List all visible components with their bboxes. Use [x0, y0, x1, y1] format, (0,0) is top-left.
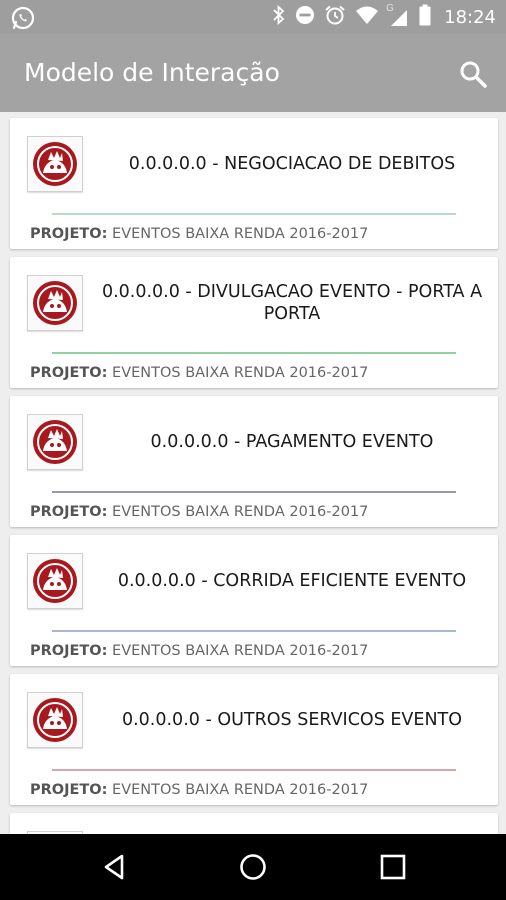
alarm-icon	[324, 4, 346, 31]
card-title: 0.0.0.0.0 - CORRIDA EFICIENTE EVENTO	[117, 571, 467, 591]
list-item[interactable]: 0.0.0.0.0 - PAGAMENTO EVENTO PROJETO: EVE…	[10, 396, 498, 527]
card-title: 0.0.0.0.0 - PAGAMENTO EVENTO	[150, 432, 434, 452]
interaction-list[interactable]: 0.0.0.0.0 - NEGOCIACAO DE DEBITOS PROJETO…	[0, 112, 506, 834]
search-icon	[460, 61, 487, 88]
card-title: 0.0.0.0.0 - DIVULGACAO EVENTO - PORTA A …	[101, 282, 483, 324]
card-logo	[27, 414, 83, 470]
project-label: PROJETO:	[30, 782, 108, 798]
card-divider	[52, 769, 456, 771]
list-item[interactable]: 0.0.0.0.0 - NEGOCIACAO DE DEBITOS PROJETO…	[10, 118, 498, 249]
card-project: PROJETO: EVENTOS BAIXA RENDA 2016-2017	[30, 504, 368, 520]
recents-button[interactable]	[377, 851, 409, 883]
company-logo-icon	[33, 420, 77, 464]
card-logo	[27, 275, 83, 331]
card-title: 0.0.0.0.0 - NEGOCIACAO DE DEBITOS	[128, 154, 456, 174]
battery-icon	[419, 4, 431, 31]
list-item[interactable]	[10, 813, 498, 834]
status-bar: G 18:24	[0, 0, 506, 34]
project-label: PROJETO:	[30, 365, 108, 381]
project-label: PROJETO:	[30, 226, 108, 242]
company-logo-icon	[33, 281, 77, 325]
card-project: PROJETO: EVENTOS BAIXA RENDA 2016-2017	[30, 226, 368, 242]
list-item[interactable]: 0.0.0.0.0 - CORRIDA EFICIENTE EVENTO PROJ…	[10, 535, 498, 666]
project-value: EVENTOS BAIXA RENDA 2016-2017	[112, 365, 369, 381]
status-time: 18:24	[444, 6, 496, 28]
back-icon	[104, 854, 124, 880]
home-button[interactable]	[237, 851, 269, 883]
project-label: PROJETO:	[30, 504, 108, 520]
card-divider	[52, 213, 456, 215]
project-value: EVENTOS BAIXA RENDA 2016-2017	[112, 504, 369, 520]
card-divider	[52, 491, 456, 493]
list-item[interactable]: 0.0.0.0.0 - OUTROS SERVICOS EVENTO PROJET…	[10, 674, 498, 805]
project-value: EVENTOS BAIXA RENDA 2016-2017	[112, 643, 369, 659]
bluetooth-icon	[272, 4, 286, 30]
card-project: PROJETO: EVENTOS BAIXA RENDA 2016-2017	[30, 782, 368, 798]
navigation-bar	[0, 834, 506, 900]
company-logo-icon	[33, 698, 77, 742]
card-project: PROJETO: EVENTOS BAIXA RENDA 2016-2017	[30, 365, 368, 381]
list-item[interactable]: 0.0.0.0.0 - DIVULGACAO EVENTO - PORTA A …	[10, 257, 498, 388]
wifi-icon	[355, 5, 379, 30]
card-project: PROJETO: EVENTOS BAIXA RENDA 2016-2017	[30, 643, 368, 659]
card-logo	[27, 136, 83, 192]
signal-icon: G	[386, 3, 410, 28]
project-value: EVENTOS BAIXA RENDA 2016-2017	[112, 782, 369, 798]
do-not-disturb-icon	[295, 5, 315, 30]
card-logo	[27, 553, 83, 609]
card-divider	[52, 630, 456, 632]
home-icon	[240, 854, 266, 880]
network-type-label: G	[386, 3, 394, 14]
page-title: Modelo de Interação	[24, 58, 280, 87]
back-button[interactable]	[98, 851, 130, 883]
app-bar: Modelo de Interação	[0, 34, 506, 112]
card-divider	[52, 352, 456, 354]
recents-icon	[380, 854, 406, 880]
project-label: PROJETO:	[30, 643, 108, 659]
card-logo	[27, 692, 83, 748]
whatsapp-icon	[10, 5, 36, 31]
card-title: 0.0.0.0.0 - OUTROS SERVICOS EVENTO	[121, 710, 463, 730]
company-logo-icon	[33, 559, 77, 603]
search-button[interactable]	[458, 59, 488, 89]
company-logo-icon	[33, 142, 77, 186]
project-value: EVENTOS BAIXA RENDA 2016-2017	[112, 226, 369, 242]
